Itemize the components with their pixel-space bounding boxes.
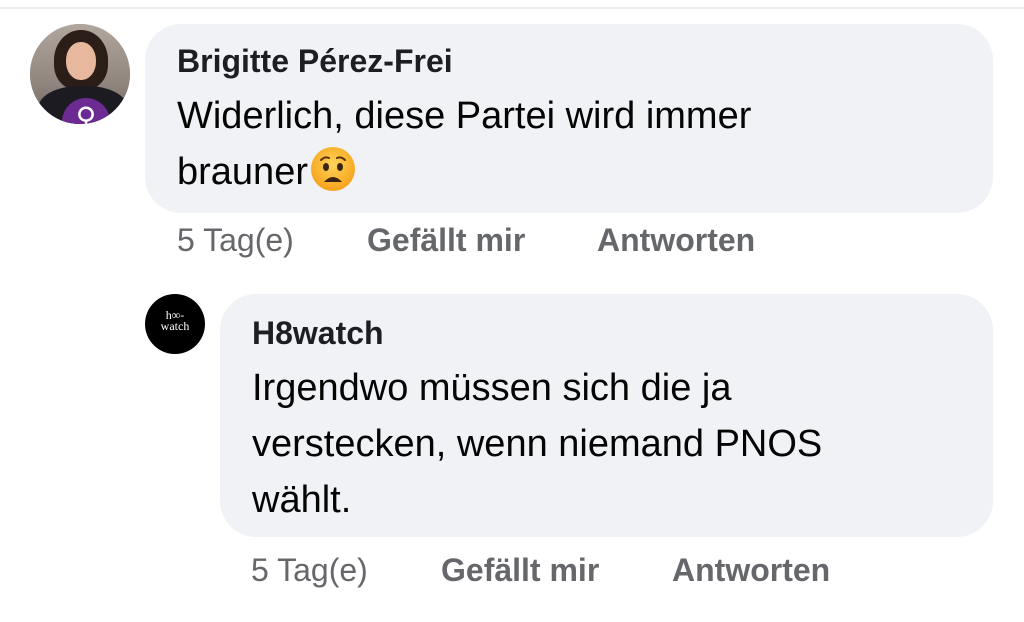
comment-author[interactable]: Brigitte Pérez-Frei [177,42,453,80]
comment-text: Widerlich, diese Partei wird immer braun… [177,88,977,200]
comment-author[interactable]: H8watch [252,314,384,352]
comment-timestamp[interactable]: 5 Tag(e) [251,550,368,590]
comment-bubble: Brigitte Pérez-Frei Widerlich, diese Par… [145,24,993,213]
comment-text-content: Widerlich, diese Partei wird immer braun… [177,95,752,193]
logo-line-2: watch [160,319,190,333]
comment-timestamp[interactable]: 5 Tag(e) [177,220,294,260]
comment-text: Irgendwo müssen sich die ja verstecken, … [252,367,823,521]
reply-button[interactable]: Antworten [672,550,830,590]
avatar-h8watch[interactable]: h∞- watch [145,294,205,354]
reply-button[interactable]: Antworten [597,220,755,260]
worried-face-icon [310,147,355,191]
like-button[interactable]: Gefällt mir [367,220,525,260]
like-button[interactable]: Gefällt mir [441,550,599,590]
h8watch-logo: h∞- watch [145,309,205,333]
avatar-face [66,42,96,80]
top-divider [0,7,1024,9]
reply-bubble: H8watch Irgendwo müssen sich die ja vers… [220,294,993,537]
avatar-brigitte[interactable]: ♀ [30,24,130,124]
